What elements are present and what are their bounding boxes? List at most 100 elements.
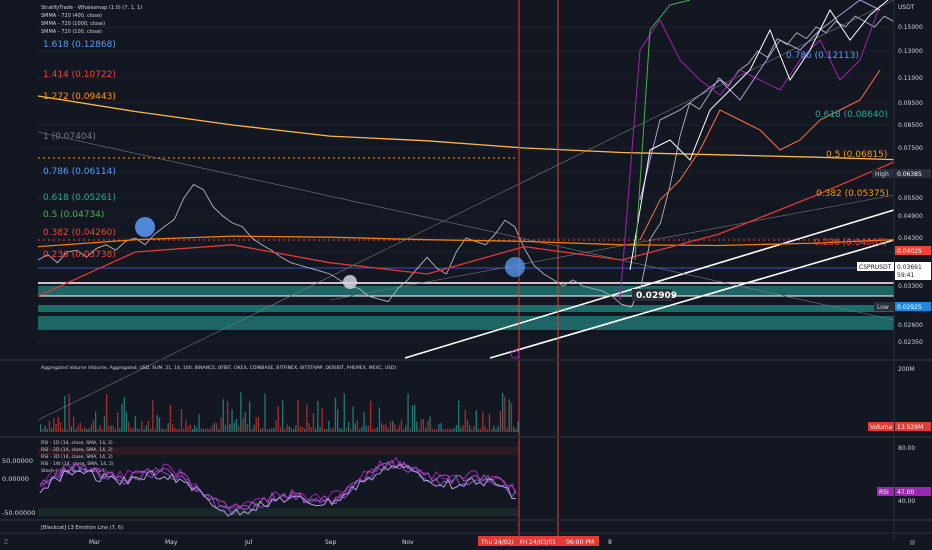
price-tick: 0.05500 [898,195,923,202]
volume-bar [240,392,242,432]
volume-bar [449,428,451,432]
time-tick: Sep [325,539,337,546]
volume-bar [249,401,251,432]
volume-bar [169,405,172,432]
volume-bar [385,424,387,432]
chart-canvas[interactable]: StratifyTrade - Whalesmap (1.0) (7, 1, 1… [0,0,932,550]
volume-bar [165,429,167,432]
symbol-price: 0.03691 [897,264,922,271]
low-value: 0.02925 [897,304,922,311]
time-tick: Mar [89,539,101,546]
volume-bar [154,429,156,432]
emotion-line-legend: [Blackcat] L3 Emotion Line (7, 6) [41,525,123,531]
volume-bar [191,429,194,432]
volume-bar [400,419,403,432]
volume-axis-top: 200M [898,366,915,373]
legend-line-3: SMMA - 720 (1000, close) [41,21,105,27]
volume-bar [95,411,97,432]
volume-bar [205,429,207,432]
volume-bar [172,424,174,432]
volume-bar [365,425,367,432]
countdown: 59:41 [897,272,914,279]
volume-bar [420,419,422,432]
volume-bar [383,425,385,432]
volume-bar [176,429,178,432]
volume-bar [163,428,165,432]
volume-bar [198,414,200,432]
price-tick: 0.02600 [898,322,923,329]
volume-bar [277,406,279,432]
volume-bar [286,424,288,432]
volume-bar [301,426,304,432]
settings-icon[interactable]: ⊗ [909,538,916,547]
volume-bar [139,429,141,432]
volume-bar [486,429,488,432]
volume-bar [350,428,352,432]
volume-bar [255,417,257,432]
volume-bar [158,417,161,432]
chart-background [0,0,932,550]
volume-bar [147,420,150,432]
signal-marker-white[interactable] [343,275,357,289]
volume-bar [59,422,62,432]
signal-marker-blue-left[interactable] [135,217,155,237]
volume-bar [499,411,502,432]
volume-bar [455,425,458,432]
volume-bar [46,429,48,432]
volume-bar [86,429,88,432]
volume-bar [425,427,427,432]
volume-bar [62,428,64,432]
volume-bar [510,402,513,432]
volume-bar [345,427,348,432]
volume-bar [290,427,293,432]
volume-bar [444,429,447,432]
volume-bar [339,428,341,432]
volume-bar [288,426,290,432]
zoom-toggle-icon[interactable]: Z [4,539,8,546]
volume-bar [315,428,317,432]
volume-bar [306,404,308,432]
volume-bar [235,418,238,432]
volume-bar [262,427,264,432]
volume-bar [257,416,260,432]
volume-bar [442,429,444,432]
volume-bar [136,428,139,432]
volume-bar [244,412,246,432]
volume-bar [222,399,224,432]
volume-bar [84,427,86,432]
volume-bar [218,428,220,432]
volume-bar [427,420,429,432]
volume-bar [196,427,198,432]
volume-bar [202,429,205,432]
volume-bar [51,428,53,432]
support-zones [38,286,894,330]
volume-bar [119,428,121,432]
volume-bar [189,424,191,432]
volume-bar [106,394,108,432]
fib-label-right: 0.236 (0.04007) [814,238,887,248]
volume-bar [220,417,222,432]
volume-bar [321,408,323,432]
volume-bar [90,424,92,432]
volume-bar [229,424,231,432]
volume-bar [488,413,491,432]
volume-bar [334,397,337,432]
time-tick: May [165,539,178,546]
signal-marker-blue-right[interactable] [505,257,525,277]
date-tag-3: 06:00 PM [566,539,594,546]
volume-bar [411,405,414,432]
time-tick: Nov [402,539,414,546]
volume-bar [44,425,46,432]
fib-label-right: 0.786 (0.12113) [786,51,859,61]
rsi-legend-item: RSI - 1D (14, close, SMA, 14, 2) [41,440,113,446]
price-tick: 0.04900 [898,213,923,220]
volume-bar [376,427,378,432]
volume-bar [183,428,185,432]
volume-bar [389,421,392,432]
volume-bar [227,401,229,432]
volume-bar [88,428,90,432]
volume-bar [361,426,363,432]
volume-bar [317,401,319,432]
volume-bar [187,426,189,432]
volume-bar [418,429,420,432]
